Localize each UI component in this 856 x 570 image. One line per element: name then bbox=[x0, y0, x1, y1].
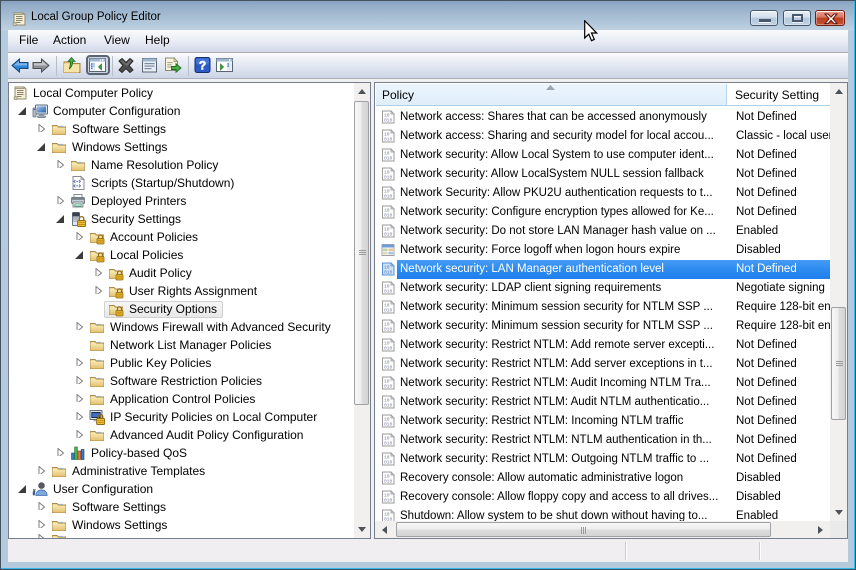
svg-text:?: ? bbox=[199, 59, 206, 73]
